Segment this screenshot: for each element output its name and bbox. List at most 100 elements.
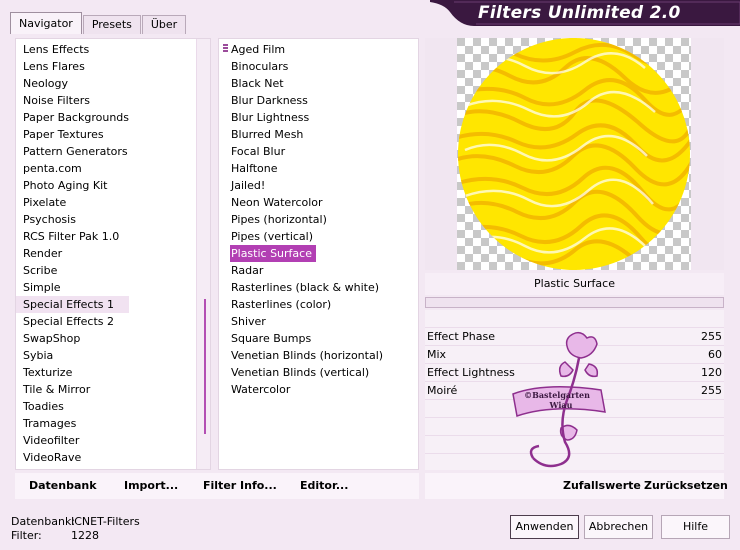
filter-list: Aged Film Binoculars Black Net Blur Darknes…	[219, 41, 383, 398]
hilfe-button[interactable]: Hilfe	[661, 515, 730, 539]
filter-item[interactable]: Square Bumps	[219, 330, 383, 347]
watermark-logo: ©Bastelgarten Wiau	[505, 330, 615, 470]
watermark-flower-icon: ©Bastelgarten Wiau	[512, 331, 606, 468]
category-item[interactable]: Pattern Generators	[16, 143, 129, 160]
category-scrollbar-thumb[interactable]	[204, 299, 206, 434]
status-filter-label: Filter:	[11, 529, 42, 542]
preview-area	[425, 38, 724, 270]
app-title: Filters Unlimited 2.0	[478, 3, 681, 23]
progress-bar	[425, 297, 724, 308]
param-value[interactable]: 60	[708, 346, 722, 364]
filter-item[interactable]: Shiver	[219, 313, 383, 330]
status-datenbank-label: Datenbank:	[11, 515, 76, 528]
filter-item[interactable]: Jailed!	[219, 177, 383, 194]
abbrechen-button[interactable]: Abbrechen	[584, 515, 653, 539]
filter-item[interactable]: Radar	[219, 262, 383, 279]
filter-item[interactable]: Blur Darkness	[219, 92, 383, 109]
category-item[interactable]: Pixelate	[16, 194, 129, 211]
category-item[interactable]: Tile & Mirror	[16, 381, 129, 398]
category-item[interactable]: Paper Backgrounds	[16, 109, 129, 126]
filter-item-label: Blur Darkness	[231, 94, 308, 107]
category-item[interactable]: Toadies	[16, 398, 129, 415]
param-label: Effect Phase	[427, 330, 495, 343]
filter-item-label: Pipes (vertical)	[231, 230, 314, 243]
filter-item[interactable]: Plastic Surface	[230, 245, 316, 262]
category-item[interactable]: Noise Filters	[16, 92, 129, 109]
category-item[interactable]: Render	[16, 245, 129, 262]
filter-item-label: Jailed!	[231, 179, 266, 192]
status-datenbank-value: ICNET-Filters	[71, 515, 140, 528]
filter-item[interactable]: Black Net	[219, 75, 383, 92]
filter-item-label: Pipes (horizontal)	[231, 213, 327, 226]
filter-item-label: Venetian Blinds (vertical)	[231, 366, 370, 379]
category-item[interactable]: Psychosis	[16, 211, 129, 228]
param-row-empty	[425, 310, 724, 328]
preview-label: Plastic Surface	[425, 273, 724, 295]
param-label: Moiré	[427, 384, 458, 397]
category-item[interactable]: Scribe	[16, 262, 129, 279]
filter-item-label: Venetian Blinds (horizontal)	[231, 349, 384, 362]
category-item[interactable]: Simple	[16, 279, 129, 296]
category-item[interactable]: penta.com	[16, 160, 129, 177]
filter-list-panel: Aged Film Binoculars Black Net Blur Darknes…	[218, 38, 419, 470]
category-list: Lens Effects Lens Flares Neology Noise Filt…	[16, 41, 130, 466]
param-value[interactable]: 120	[701, 364, 722, 382]
import-button[interactable]: Import...	[124, 479, 178, 492]
watermark-text-2: Wiau	[549, 400, 573, 410]
category-item[interactable]: Sybia	[16, 347, 129, 364]
right-action-bar: Zufallswerte Zurücksetzen	[425, 473, 728, 499]
category-scrollbar[interactable]	[196, 39, 210, 469]
param-value[interactable]: 255	[701, 328, 722, 346]
category-item[interactable]: Paper Textures	[16, 126, 129, 143]
datenbank-button[interactable]: Datenbank	[29, 479, 97, 492]
filter-item-label: Watercolor	[231, 383, 291, 396]
param-value[interactable]: 255	[701, 382, 722, 400]
filter-item[interactable]: Pipes (horizontal)	[219, 211, 383, 228]
filter-item-label: Shiver	[231, 315, 266, 328]
category-item[interactable]: Texturize	[16, 364, 129, 381]
category-item[interactable]: Neology	[16, 75, 129, 92]
category-item[interactable]: Lens Flares	[16, 58, 129, 75]
tab-presets[interactable]: Presets	[82, 15, 141, 34]
filter-item[interactable]: Aged Film	[219, 41, 383, 58]
category-item[interactable]: Tramages	[16, 415, 129, 432]
filter-item[interactable]: Venetian Blinds (horizontal)	[219, 347, 383, 364]
filter-item-label: Rasterlines (black & white)	[231, 281, 380, 294]
filter-item-label: Black Net	[231, 77, 284, 90]
filter-item[interactable]: Focal Blur	[219, 143, 383, 160]
zuruecksetzen-button[interactable]: Zurücksetzen	[644, 479, 728, 492]
watermark-text-1: ©Bastelgarten	[524, 390, 590, 400]
category-item[interactable]: Photo Aging Kit	[16, 177, 129, 194]
left-action-bar: Datenbank Import... Filter Info... Edito…	[15, 473, 419, 499]
filter-item[interactable]: Rasterlines (black & white)	[219, 279, 383, 296]
param-label: Mix	[427, 348, 447, 361]
category-item[interactable]: VideoRave	[16, 449, 129, 466]
param-label: Effect Lightness	[427, 366, 515, 379]
title-banner: Filters Unlimited 2.0	[430, 0, 740, 26]
category-item[interactable]: Special Effects 2	[16, 313, 129, 330]
editor-button[interactable]: Editor...	[300, 479, 348, 492]
category-item[interactable]: Lens Effects	[16, 41, 129, 58]
category-item[interactable]: SwapShop	[16, 330, 129, 347]
filter-item[interactable]: Blur Lightness	[219, 109, 383, 126]
filter-item-label: Plastic Surface	[231, 247, 312, 260]
filter-item[interactable]: Rasterlines (color)	[219, 296, 383, 313]
filter-info-button[interactable]: Filter Info...	[203, 479, 277, 492]
filter-item[interactable]: Neon Watercolor	[219, 194, 383, 211]
filter-item[interactable]: Blurred Mesh	[219, 126, 383, 143]
filter-item-label: Blurred Mesh	[231, 128, 304, 141]
filter-item-label: Binoculars	[231, 60, 289, 73]
filter-item[interactable]: Watercolor	[219, 381, 383, 398]
filter-item[interactable]: Binoculars	[219, 58, 383, 75]
filter-item[interactable]: Venetian Blinds (vertical)	[219, 364, 383, 381]
filter-item[interactable]: Halftone	[219, 160, 383, 177]
tab-navigator[interactable]: Navigator	[10, 12, 82, 34]
anwenden-button[interactable]: Anwenden	[510, 515, 579, 539]
category-item[interactable]: RCS Filter Pak 1.0	[16, 228, 129, 245]
zufallswerte-button[interactable]: Zufallswerte	[563, 479, 641, 492]
status-area: Datenbank:ICNET-Filters Filter: 1228	[11, 515, 140, 543]
tab-ueber[interactable]: Über	[141, 15, 187, 34]
category-item[interactable]: Videofilter	[16, 432, 129, 449]
filter-item[interactable]: Pipes (vertical)	[219, 228, 383, 245]
category-item[interactable]: Special Effects 1	[16, 296, 130, 313]
